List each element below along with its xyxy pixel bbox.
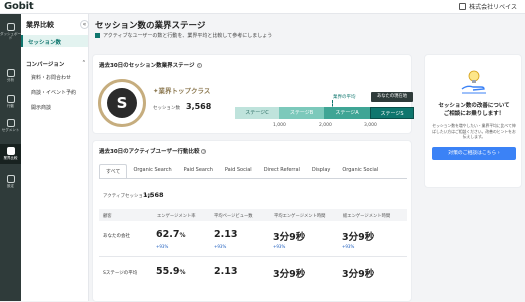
stage-card-title: 過去30日のセッション数業界ステージ ? xyxy=(99,62,202,69)
building-icon xyxy=(459,3,467,10)
behavior-card: 過去30日のアクティブユーザー行動比較 ? すべて Organic Search… xyxy=(92,140,412,302)
session-count-label: セッション数 xyxy=(153,106,180,111)
rail-item-analysis[interactable]: 分析 xyxy=(0,66,21,84)
row-label: あなたの会社 xyxy=(103,234,130,239)
avg-pageview-delta: +93% xyxy=(214,244,227,249)
subnav-item-sessions[interactable]: セッション数 xyxy=(21,35,88,47)
total-engagement-time-delta: +93% xyxy=(342,244,355,249)
tab-organic-social[interactable]: Organic Social xyxy=(336,164,384,178)
subnav-section-conversion[interactable]: コンバージョン ⌃ xyxy=(26,60,86,68)
total-engagement-time-value: 3分9秒 xyxy=(342,232,375,243)
settings-icon xyxy=(6,175,15,183)
grade-badge: S xyxy=(98,79,146,127)
page-description: アクティブなユーザーの数と行動を、業界平均と比較して参考にしましょう xyxy=(95,32,272,39)
collapse-sidebar-button[interactable]: « xyxy=(80,20,89,29)
consultation-description: セッション数を増やしたい・業界平均に比べて伸ばしたい方はご相談ください。改善のヒ… xyxy=(432,123,516,139)
column-header: エンゲージメント率 xyxy=(157,214,196,219)
avg-engagement-time-delta: +93% xyxy=(273,244,286,249)
consultation-card: セッション数の改善について ご相談にお乗りします！ セッション数を増やしたい・業… xyxy=(424,54,522,188)
behavior-card-title: 過去30日のアクティブユーザー行動比較 ? xyxy=(99,148,207,155)
rail-item-industry[interactable]: 業界比較 xyxy=(0,144,21,164)
company-switcher[interactable]: 株式会社リベイス xyxy=(459,2,517,11)
active-sessions-value: 1,568 xyxy=(143,191,164,199)
main-content: セッション数の業界ステージ アクティブなユーザーの数と行動を、業界平均と比較して… xyxy=(89,14,525,302)
rank-label: ✦業界トップクラス xyxy=(153,87,211,95)
current-position-tooltip: あなたの現在地 xyxy=(371,92,413,102)
action-icon xyxy=(6,95,15,103)
avg-engagement-time-value: 3分9秒 xyxy=(273,269,306,280)
subnav-title: 業界比較 xyxy=(26,21,54,29)
column-header: 平均ページビュー数 xyxy=(214,214,253,219)
tick-label: 3,000 xyxy=(364,123,377,128)
stage-b: ステージB xyxy=(279,107,324,119)
chevron-up-icon: ⌃ xyxy=(81,60,86,66)
tab-display[interactable]: Display xyxy=(306,164,336,178)
top-bar: Gobit 株式会社リベイス xyxy=(0,0,525,14)
dashboard-icon xyxy=(6,23,15,31)
consultation-button[interactable]: 対策のご相談はこちら › xyxy=(432,147,516,160)
page-title: セッション数の業界ステージ xyxy=(95,21,206,31)
stage-c: ステージC xyxy=(235,107,279,119)
column-header: 平均エンゲージメント時間 xyxy=(274,214,326,219)
column-header: 顧客 xyxy=(103,214,112,219)
stage-card: 過去30日のセッション数業界ステージ ? S ✦業界トップクラス セッション数 … xyxy=(92,54,414,134)
total-engagement-time-value: 3分9秒 xyxy=(342,269,375,280)
company-name: 株式会社リベイス xyxy=(469,4,517,11)
engagement-rate-value: 62.7% xyxy=(156,229,186,240)
tab-organic-search[interactable]: Organic Search xyxy=(127,164,177,178)
tab-all[interactable]: すべて xyxy=(99,164,128,178)
column-header: 総エンゲージメント時間 xyxy=(343,214,391,219)
industry-average-label: 業界の平均 xyxy=(333,95,356,100)
hand-lightbulb-icon xyxy=(461,70,486,94)
rail-item-settings[interactable]: 設定 xyxy=(0,172,21,190)
bookmark-icon xyxy=(95,33,100,38)
row-label: Sステージの平均 xyxy=(103,271,138,276)
chart-icon xyxy=(6,69,15,77)
icon-rail: ダッシュボード 分析 行動 セグメント 業界比較 設定 xyxy=(0,14,21,301)
subnav-item-booking[interactable]: 商談・イベント予約 xyxy=(31,89,76,96)
avg-pageview-value: 2.13 xyxy=(214,266,238,277)
rail-item-action[interactable]: 行動 xyxy=(0,92,21,110)
sub-navigation: 業界比較 セッション数 コンバージョン ⌃ 資料・お問合わせ 商談・イベント予約… xyxy=(21,14,89,301)
tick-label: 2,000 xyxy=(319,123,332,128)
channel-tabs: すべて Organic Search Paid Search Paid Soci… xyxy=(99,164,384,178)
engagement-rate-delta: +93% xyxy=(156,244,169,249)
stage-a: ステージA xyxy=(324,107,370,119)
avg-engagement-time-value: 3分9秒 xyxy=(273,232,306,243)
segment-icon xyxy=(6,119,15,127)
help-icon[interactable]: ? xyxy=(201,148,207,154)
tab-direct-referral[interactable]: Direct Referral xyxy=(258,164,306,178)
consultation-title: セッション数の改善について ご相談にお乗りします！ xyxy=(438,103,510,117)
avg-pageview-value: 2.13 xyxy=(214,229,238,240)
tab-paid-search[interactable]: Paid Search xyxy=(178,164,219,178)
subnav-item-inquiry[interactable]: 資料・お問合わせ xyxy=(31,74,71,81)
tabs-divider xyxy=(99,178,407,179)
session-count-value: 3,568 xyxy=(186,102,212,111)
table-header: 顧客 エンゲージメント率 平均ページビュー数 平均エンゲージメント時間 総エンゲ… xyxy=(99,209,407,221)
tick-label: 1,000 xyxy=(273,123,286,128)
rail-item-dashboard[interactable]: ダッシュボード xyxy=(0,20,21,42)
stage-s: ステージS xyxy=(370,107,414,119)
help-icon[interactable]: ? xyxy=(196,62,202,68)
engagement-rate-value: 55.9% xyxy=(156,266,186,277)
row-divider xyxy=(99,256,407,257)
rail-item-segment[interactable]: セグメント xyxy=(0,116,21,138)
tab-paid-social[interactable]: Paid Social xyxy=(219,164,258,178)
grade-letter: S xyxy=(107,88,137,118)
subnav-item-deals[interactable]: 開示商談 xyxy=(31,104,51,111)
industry-icon xyxy=(6,147,15,155)
app-logo[interactable]: Gobit xyxy=(4,1,34,12)
